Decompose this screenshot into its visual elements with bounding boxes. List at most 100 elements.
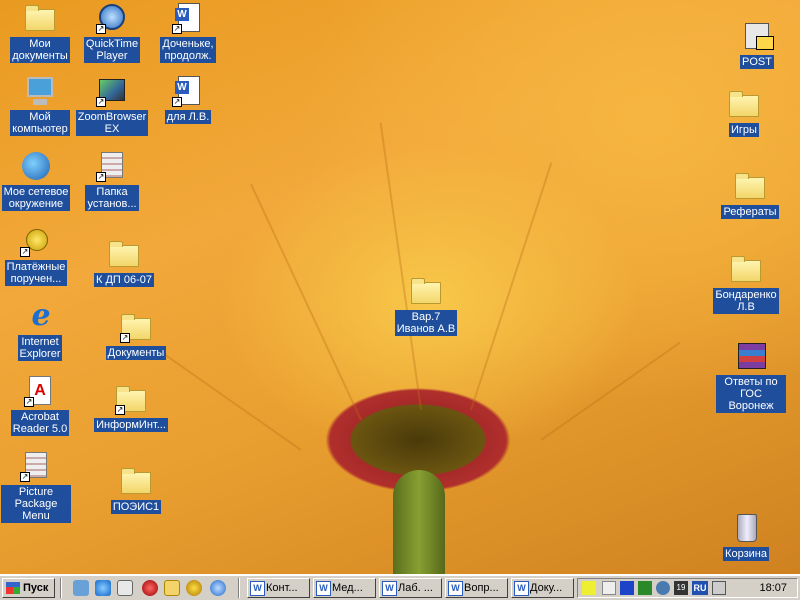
tray-network-icon[interactable] bbox=[638, 581, 652, 595]
tray-paper-icon[interactable] bbox=[602, 581, 616, 595]
desktop-icon-acrobat[interactable]: A ↗ Acrobat Reader 5.0 bbox=[5, 375, 75, 436]
windows-flag-icon bbox=[6, 582, 20, 594]
desktop-icon-my-computer[interactable]: Мой компьютер bbox=[5, 75, 75, 136]
quicktime-quicklaunch-icon[interactable] bbox=[210, 580, 226, 596]
show-desktop-icon[interactable] bbox=[73, 580, 89, 596]
post-icon bbox=[741, 20, 774, 52]
desktop-icon-my-documents[interactable]: Мои документы bbox=[5, 2, 75, 63]
folder-icon: ↗ bbox=[115, 383, 147, 415]
app-quicklaunch-icon[interactable] bbox=[186, 580, 202, 596]
desktop-icon-picture-package[interactable]: ↗ Picture Package Menu bbox=[1, 450, 71, 523]
tray-globe-icon[interactable] bbox=[656, 581, 670, 595]
monitor-icon bbox=[24, 75, 56, 107]
desktop-icon-bondarenko[interactable]: Бондаренко Л.В bbox=[711, 253, 781, 314]
folder-icon bbox=[24, 2, 56, 34]
folder-icon: ↗ bbox=[120, 311, 152, 343]
acro-icon: A ↗ bbox=[24, 375, 56, 407]
desktop-icon-ie[interactable]: e Internet Explorer bbox=[5, 300, 75, 361]
tray-calendar-icon[interactable]: 19 bbox=[674, 581, 688, 595]
shortcut-arrow-icon: ↗ bbox=[172, 24, 182, 34]
rar-icon bbox=[735, 340, 767, 372]
petal-vein bbox=[161, 351, 302, 451]
desktop-icon-games[interactable]: Игры bbox=[709, 88, 779, 137]
desktop-icon-label: Мой компьютер bbox=[10, 110, 70, 136]
desktop-icon-label: Доченьке, продолж. bbox=[160, 37, 216, 63]
shortcut-arrow-icon: ↗ bbox=[20, 247, 30, 257]
desktop-icon-inform[interactable]: ↗ ИнформИнт... bbox=[94, 383, 168, 432]
petal-vein bbox=[379, 122, 422, 411]
tray-play-icon[interactable] bbox=[620, 581, 634, 595]
desktop-icon-label: ИнформИнт... bbox=[94, 418, 168, 432]
petal-vein bbox=[250, 183, 362, 421]
pkg-icon: ↗ bbox=[96, 150, 128, 182]
shortcut-arrow-icon: ↗ bbox=[96, 24, 106, 34]
desktop-icon-label: Мои документы bbox=[10, 37, 70, 63]
shortcut-arrow-icon: ↗ bbox=[96, 97, 106, 107]
desktop-icon-var7[interactable]: Вар.7 Иванов А.В bbox=[391, 275, 461, 336]
ie-quicklaunch-icon[interactable] bbox=[95, 580, 111, 596]
folder-icon bbox=[108, 238, 140, 270]
taskbar: Пуск Конт... Мед... Лаб. ... Вопр... Док… bbox=[0, 574, 800, 600]
desktop-icon-post[interactable]: POST bbox=[722, 20, 792, 69]
task-button-2[interactable]: Мед... bbox=[313, 578, 376, 598]
desktop-icon-recycle[interactable]: Корзина bbox=[711, 512, 781, 561]
desktop-icon-quicktime[interactable]: ↗ QuickTime Player bbox=[77, 2, 147, 63]
desktop-icon-label: ПОЭИС1 bbox=[110, 500, 162, 514]
desktop-icon-label: для Л.В. bbox=[164, 110, 212, 124]
desktop-icon-label: Игры bbox=[729, 123, 759, 137]
ie-icon: e bbox=[31, 298, 51, 333]
petal-vein bbox=[470, 162, 553, 411]
tray-pencil-icon[interactable] bbox=[582, 581, 596, 595]
desktop-icon-label: Internet Explorer bbox=[17, 335, 63, 361]
desktop-icon-payments[interactable]: ↗ Платёжные поручен... bbox=[1, 225, 71, 286]
task-button-1[interactable]: Конт... bbox=[247, 578, 310, 598]
shortcut-arrow-icon: ↗ bbox=[172, 97, 182, 107]
desktop-icon-referaty[interactable]: Рефераты bbox=[715, 170, 785, 219]
desktop-icon-label: Ответы по ГОС Воронеж bbox=[716, 375, 786, 413]
desktop-icon-label: Документы bbox=[105, 346, 167, 360]
task-button-3[interactable]: Лаб. ... bbox=[379, 578, 442, 598]
desktop-icon-doc-lv[interactable]: ↗ для Л.В. bbox=[153, 75, 223, 124]
start-button[interactable]: Пуск bbox=[2, 578, 55, 598]
coins-icon: ↗ bbox=[20, 225, 52, 257]
task-button-4[interactable]: Вопр... bbox=[445, 578, 508, 598]
taskbar-separator bbox=[60, 578, 62, 598]
media-quicklaunch-icon[interactable] bbox=[142, 580, 158, 596]
pkg-icon: ↗ bbox=[20, 450, 52, 482]
desktop-icon-label: Вар.7 Иванов А.В bbox=[394, 310, 458, 336]
trash-icon bbox=[730, 512, 762, 544]
outlook-quicklaunch-icon[interactable] bbox=[117, 580, 133, 596]
language-indicator[interactable]: RU bbox=[692, 581, 708, 595]
desktop-icon-network[interactable]: Мое сетевое окружение bbox=[1, 150, 71, 211]
folder-icon bbox=[410, 275, 442, 307]
desktop: Мои документы ↗ QuickTime Player ↗ Доченьке,… bbox=[0, 0, 800, 574]
desktop-icon-folder-kdp[interactable]: К ДП 06-07 bbox=[89, 238, 159, 287]
task-button-5[interactable]: Доку... bbox=[511, 578, 574, 598]
folder-icon bbox=[730, 253, 762, 285]
desktop-icon-answers[interactable]: Ответы по ГОС Воронеж bbox=[716, 340, 786, 413]
folder-icon bbox=[734, 170, 766, 202]
system-tray: 19 RU 18:07 bbox=[577, 578, 798, 598]
desktop-icon-label: Платёжные поручен... bbox=[4, 260, 68, 286]
desktop-icon-label: Папка установ... bbox=[85, 185, 139, 211]
shortcut-arrow-icon: ↗ bbox=[96, 172, 106, 182]
zoom-icon: ↗ bbox=[96, 75, 128, 107]
desktop-icon-label: QuickTime Player bbox=[83, 37, 141, 63]
shortcut-arrow-icon: ↗ bbox=[24, 397, 34, 407]
tray-volume-icon[interactable] bbox=[712, 581, 726, 595]
desktop-icon-label: К ДП 06-07 bbox=[93, 273, 154, 287]
clock[interactable]: 18:07 bbox=[759, 581, 787, 595]
desktop-icon-zoombrowser[interactable]: ↗ ZoomBrowser EX bbox=[75, 75, 149, 136]
desktop-icon-doc-dochenke[interactable]: ↗ Доченьке, продолж. bbox=[153, 2, 223, 63]
desktop-icon-label: ZoomBrowser EX bbox=[75, 110, 149, 136]
folder-icon bbox=[120, 465, 152, 497]
desktop-icon-label: Мое сетевое окружение bbox=[1, 185, 71, 211]
petal-vein bbox=[540, 341, 681, 441]
desktop-icon-documents[interactable]: ↗ Документы bbox=[101, 311, 171, 360]
desktop-icon-label: Acrobat Reader 5.0 bbox=[10, 410, 70, 436]
flower-stem bbox=[393, 470, 445, 574]
desktop-icon-poeis[interactable]: ПОЭИС1 bbox=[101, 465, 171, 514]
shortcut-arrow-icon: ↗ bbox=[115, 405, 125, 415]
folder-quicklaunch-icon[interactable] bbox=[164, 580, 180, 596]
desktop-icon-install-folder[interactable]: ↗ Папка установ... bbox=[77, 150, 147, 211]
